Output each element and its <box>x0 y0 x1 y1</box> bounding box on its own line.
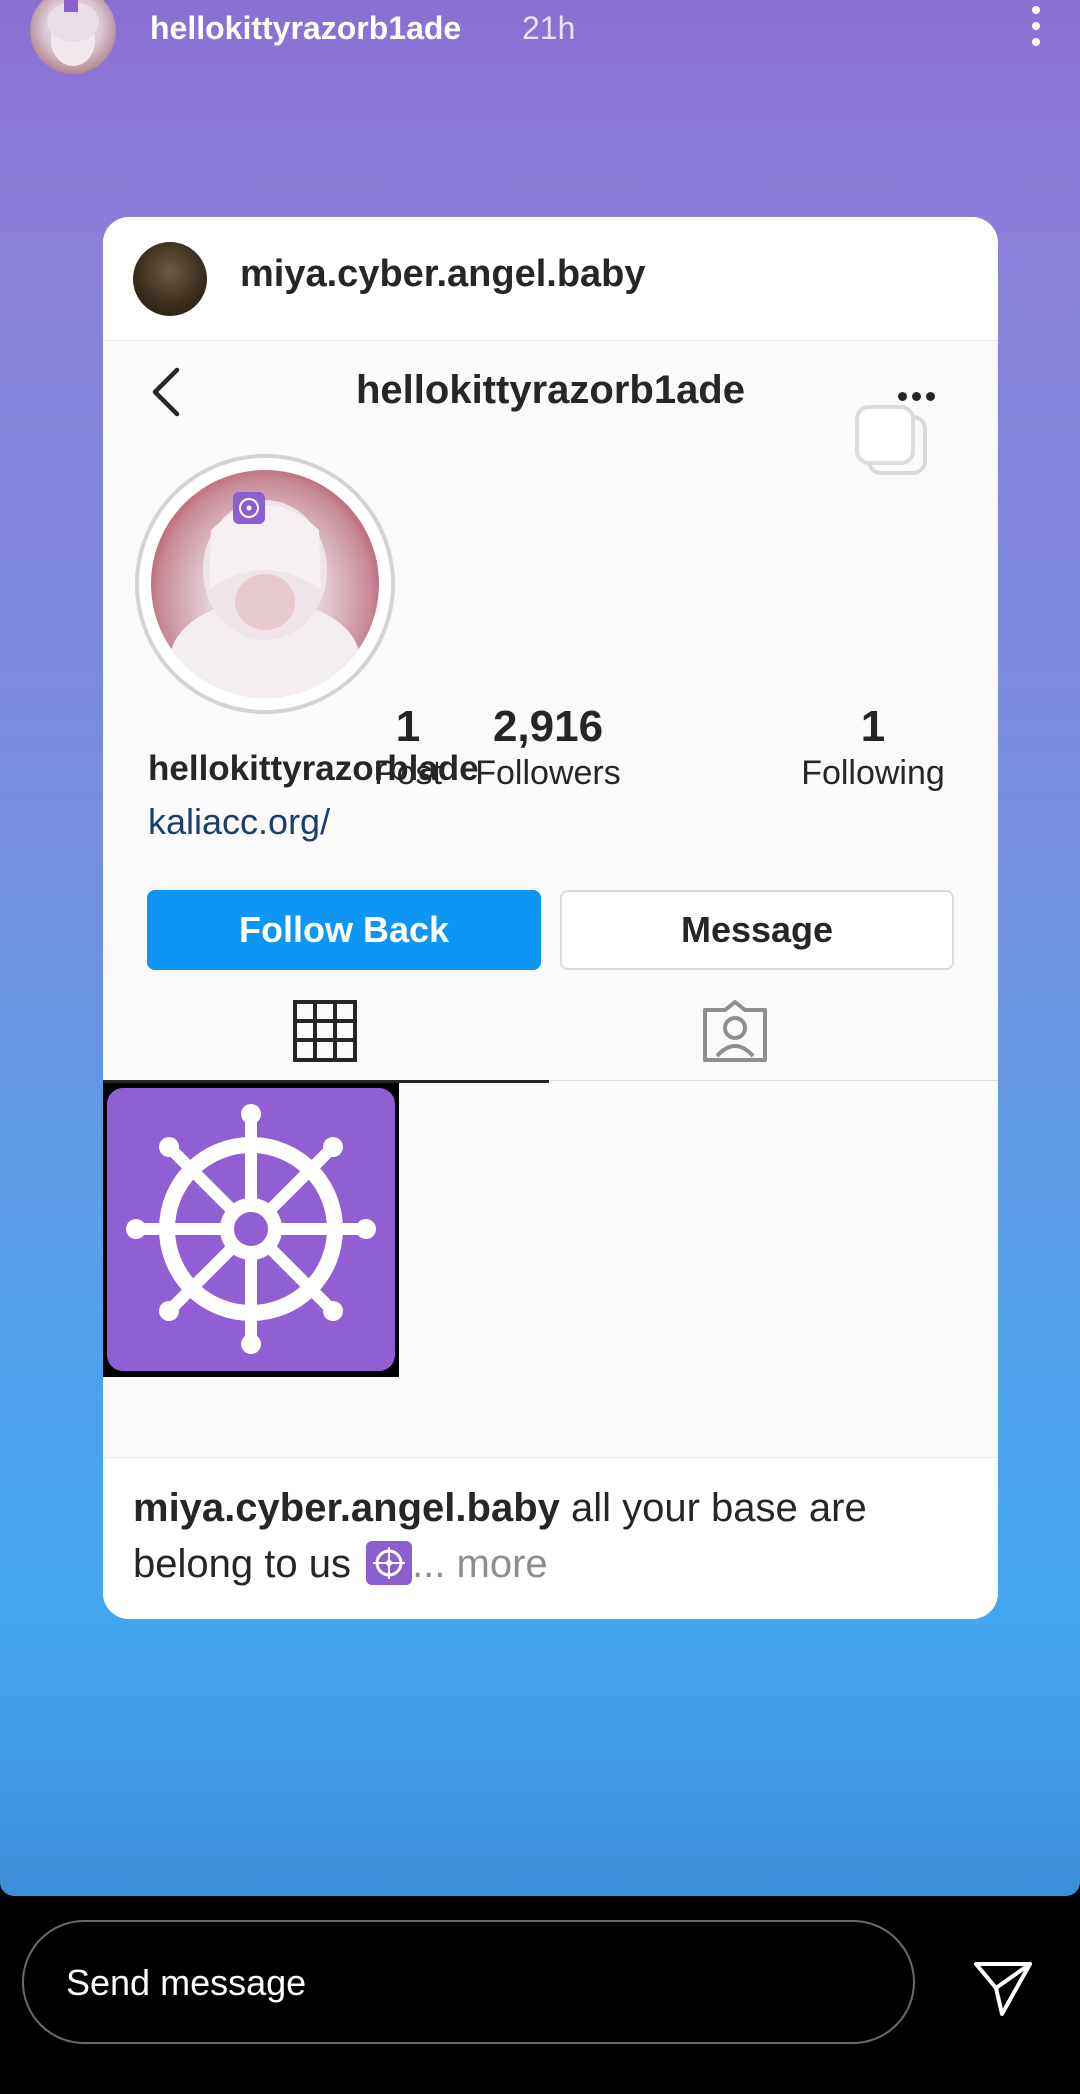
dharma-wheel-badge <box>233 492 265 524</box>
send-message-input[interactable]: Send message <box>22 1920 915 2044</box>
profile-website-link[interactable]: kaliacc.org/ <box>148 801 330 843</box>
tab-posts-grid[interactable] <box>103 987 549 1083</box>
followers-label: Followers <box>475 754 621 792</box>
caption-more-link[interactable]: ... more <box>412 1542 548 1586</box>
reposter-username[interactable]: miya.cyber.angel.baby <box>240 253 646 296</box>
dharma-wheel-image <box>107 1088 395 1371</box>
post-caption-area: miya.cyber.angel.baby all your base are … <box>103 1457 998 1619</box>
more-vertical-icon[interactable] <box>1024 6 1048 52</box>
tab-tagged[interactable] <box>549 987 998 1080</box>
copy-overlay-icon <box>855 405 927 475</box>
following-label: Following <box>801 754 945 792</box>
story-timestamp: 21h <box>522 10 576 46</box>
following-stat[interactable]: 1 Following <box>793 701 953 793</box>
story-view[interactable]: hellokittyrazorb1ade 21h miya.cyber.ange… <box>0 0 1080 1896</box>
posts-count: 1 <box>395 702 421 751</box>
followers-stat[interactable]: 2,916 Followers <box>463 701 633 793</box>
profile-tabs <box>103 987 998 1083</box>
story-reply-bar: Send message <box>0 1896 1080 2094</box>
grid-icon <box>293 1000 357 1062</box>
profile-photo <box>151 470 379 698</box>
dharma-wheel-emoji-icon <box>366 1541 413 1585</box>
send-message-placeholder: Send message <box>66 1962 307 2003</box>
story-header: hellokittyrazorb1ade 21h <box>0 0 1080 74</box>
more-horizontal-icon[interactable] <box>898 388 958 402</box>
profile-display-name: hellokittyrazorblade <box>148 749 479 788</box>
send-paper-plane-icon[interactable] <box>972 1958 1034 2018</box>
following-count: 1 <box>860 702 886 751</box>
post-thumbnail[interactable] <box>103 1083 399 1377</box>
reposter-avatar[interactable] <box>133 242 207 316</box>
message-button[interactable]: Message <box>560 890 954 970</box>
shared-post-card[interactable]: miya.cyber.angel.baby hellokittyrazorb1a… <box>103 217 998 1619</box>
card-header: miya.cyber.angel.baby <box>103 217 998 341</box>
tagged-person-icon <box>703 1000 767 1062</box>
story-author-avatar[interactable] <box>30 0 116 74</box>
profile-avatar[interactable] <box>135 454 395 714</box>
follow-back-button[interactable]: Follow Back <box>147 890 541 970</box>
followers-count: 2,916 <box>492 702 604 751</box>
post-caption[interactable]: miya.cyber.angel.baby all your base are … <box>133 1480 973 1592</box>
story-author-username[interactable]: hellokittyrazorb1ade <box>150 10 461 47</box>
caption-username[interactable]: miya.cyber.angel.baby <box>133 1486 560 1530</box>
